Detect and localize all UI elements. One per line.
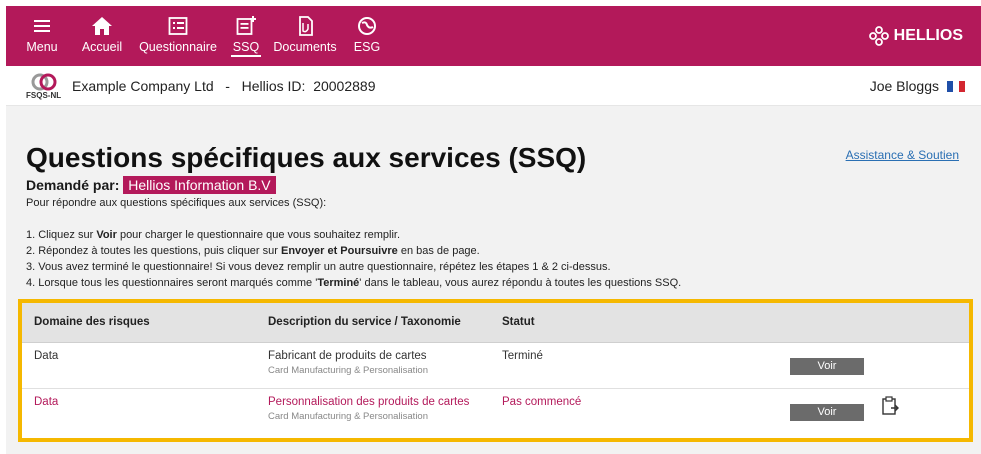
nav-accueil[interactable]: Accueil — [78, 6, 126, 66]
company-info: Example Company Ltd - Hellios ID: 200028… — [72, 78, 376, 94]
brand-name: HELLIOS — [893, 27, 963, 44]
step-2: 2. Répondez à toutes les questions, puis… — [26, 245, 480, 257]
step-1: 1. Cliquez sur Voir pour charger le ques… — [26, 229, 401, 241]
intro-text: Pour répondre aux questions spécifiques … — [26, 197, 327, 209]
nav-menu-label: Menu — [26, 40, 58, 54]
nav-accueil-label: Accueil — [81, 40, 123, 54]
home-icon — [92, 17, 112, 35]
header-status: Statut — [502, 316, 535, 328]
nav-ssq[interactable]: SSQ — [231, 6, 261, 66]
requester-badge: Hellios Information B.V — [123, 176, 276, 194]
fsqs-logo-text: FSQS-NL — [26, 91, 62, 100]
top-nav-bar: Menu Accueil Questionnaire SSQ Documents… — [6, 6, 981, 66]
header-description: Description du service / Taxonomie — [268, 316, 461, 328]
instruction-steps: 1. Cliquez sur Voir pour charger le ques… — [26, 227, 681, 291]
documents-icon — [299, 16, 313, 36]
voir-button[interactable]: Voir — [790, 404, 864, 421]
france-flag-icon[interactable] — [947, 80, 965, 92]
nav-esg-label: ESG — [353, 40, 381, 54]
row-taxonomy: Card Manufacturing & Personalisation — [268, 365, 429, 376]
requested-by: Demandé par: Hellios Information B.V — [26, 176, 276, 194]
brand-logo[interactable]: HELLIOS — [868, 26, 963, 46]
main-content: Questions spécifiques aux services (SSQ)… — [6, 106, 981, 454]
row-domain: Data — [34, 350, 59, 362]
hellios-logo-icon — [868, 26, 889, 46]
user-name: Joe Bloggs — [869, 78, 939, 94]
row-description: Personnalisation des produits de cartes — [268, 396, 470, 408]
step-4: 4. Lorsque tous les questionnaires seron… — [26, 277, 682, 289]
step-3: 3. Vous avez terminé le questionnaire! S… — [26, 261, 611, 273]
nav-questionnaire[interactable]: Questionnaire — [138, 6, 218, 66]
table-row: Data Personnalisation des produits de ca… — [22, 390, 969, 436]
ssq-table: Domaine des risques Description du servi… — [18, 299, 973, 442]
header-domain: Domaine des risques — [34, 316, 150, 328]
ssq-icon — [236, 16, 256, 35]
nav-ssq-label: SSQ — [231, 40, 261, 57]
menu-icon — [34, 20, 50, 32]
help-link[interactable]: Assistance & Soutien — [846, 148, 959, 162]
nav-menu[interactable]: Menu — [22, 6, 62, 66]
nav-documents[interactable]: Documents — [272, 6, 338, 66]
requested-label: Demandé par: — [26, 177, 120, 193]
nav-questionnaire-label: Questionnaire — [139, 40, 217, 54]
user-area[interactable]: Joe Bloggs — [870, 78, 965, 94]
sub-header: FSQS-NL Example Company Ltd - Hellios ID… — [6, 66, 981, 106]
clipboard-export-icon[interactable] — [880, 396, 900, 416]
row-taxonomy: Card Manufacturing & Personalisation — [268, 411, 429, 422]
row-status: Terminé — [502, 350, 543, 362]
nav-documents-label: Documents — [273, 40, 337, 54]
esg-icon — [358, 17, 376, 35]
table-header: Domaine des risques Description du servi… — [22, 303, 969, 343]
row-status: Pas commencé — [502, 396, 582, 408]
row-description: Fabricant de produits de cartes — [268, 350, 427, 362]
voir-button[interactable]: Voir — [790, 358, 864, 375]
row-domain: Data — [34, 396, 59, 408]
questionnaire-icon — [168, 17, 188, 35]
table-row: Data Fabricant de produits de cartes Car… — [22, 343, 969, 389]
page-title: Questions spécifiques aux services (SSQ) — [26, 142, 587, 173]
nav-esg[interactable]: ESG — [350, 6, 384, 66]
